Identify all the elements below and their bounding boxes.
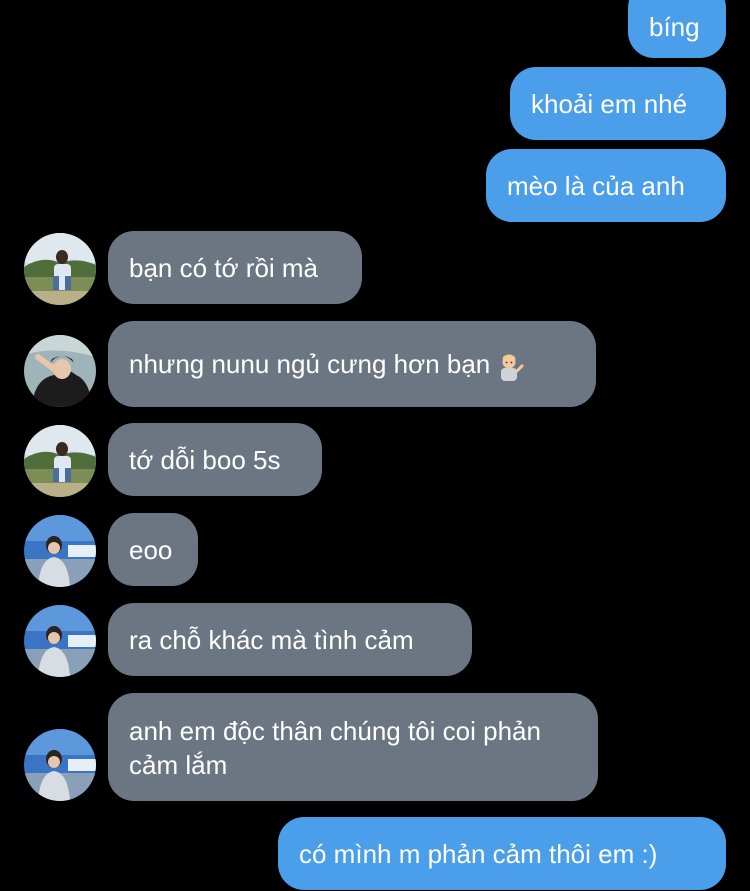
avatar[interactable] xyxy=(24,233,96,305)
avatar[interactable] xyxy=(24,729,96,801)
outgoing-message[interactable]: bíng xyxy=(628,0,726,58)
message-text: tớ dỗi boo 5s xyxy=(129,444,281,475)
incoming-message[interactable]: bạn có tớ rồi mà xyxy=(108,231,362,304)
outgoing-message[interactable]: khoải em nhé xyxy=(510,67,726,140)
incoming-message[interactable]: nhưng nunu ngủ cưng hơn bạn xyxy=(108,321,596,407)
message-text: bíng xyxy=(649,12,700,42)
message-text: mèo là của anh xyxy=(507,170,685,201)
message-text: ra chỗ khác mà tình cảm xyxy=(129,624,414,655)
avatar[interactable] xyxy=(24,605,96,677)
avatar[interactable] xyxy=(24,515,96,587)
avatar[interactable] xyxy=(24,335,96,407)
incoming-message[interactable]: anh em độc thân chúng tôi coi phản cảm l… xyxy=(108,693,598,801)
message-text: anh em độc thân chúng tôi coi phản cảm l… xyxy=(129,716,541,780)
message-text: bạn có tớ rồi mà xyxy=(129,252,319,283)
message-text: khoải em nhé xyxy=(531,88,688,119)
outgoing-message[interactable]: mèo là của anh xyxy=(486,149,726,222)
incoming-message[interactable]: ra chỗ khác mà tình cảm xyxy=(108,603,472,676)
person-tipping-hand-emoji xyxy=(501,354,524,382)
message-text: eoo xyxy=(129,534,173,565)
incoming-message[interactable]: tớ dỗi boo 5s xyxy=(108,423,322,496)
incoming-message[interactable]: eoo xyxy=(108,513,198,586)
avatar[interactable] xyxy=(24,425,96,497)
message-text: nhưng nunu ngủ cưng hơn bạn xyxy=(129,347,524,382)
message-text: có mình m phản cảm thôi em :) xyxy=(299,838,658,869)
outgoing-message[interactable]: có mình m phản cảm thôi em :) xyxy=(278,817,726,890)
